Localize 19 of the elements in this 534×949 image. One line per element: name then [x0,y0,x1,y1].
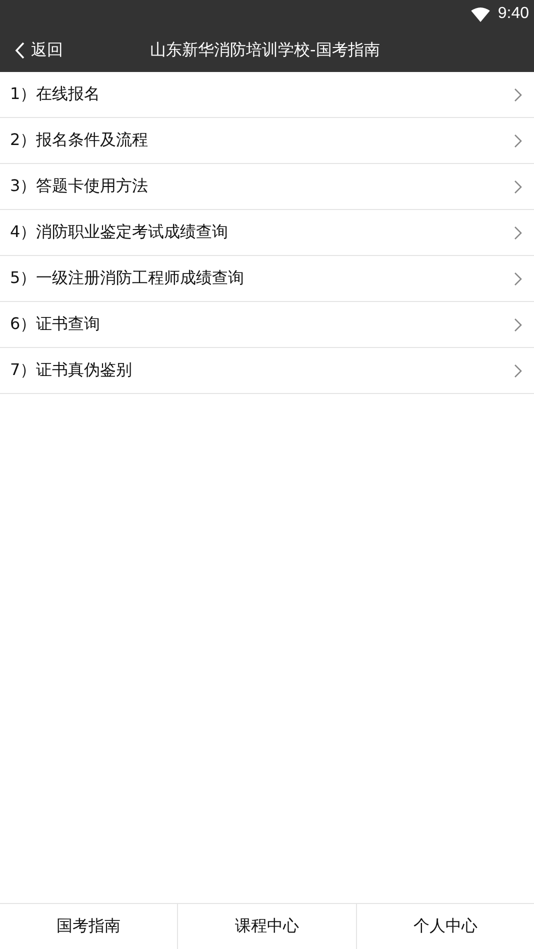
chevron-right-icon [514,318,522,332]
chevron-right-icon [514,272,522,286]
list-item[interactable]: 3）答题卡使用方法 [0,164,534,210]
status-time: 9:40 [498,5,529,23]
chevron-right-icon [514,226,522,240]
list-item[interactable]: 5）一级注册消防工程师成绩查询 [0,256,534,302]
list-item[interactable]: 7）证书真伪鉴别 [0,348,534,394]
chevron-right-icon [514,364,522,378]
wifi-icon [470,6,490,22]
list-item[interactable]: 1）在线报名 [0,72,534,118]
page-title: 山东新华消防培训学校-国考指南 [150,40,380,61]
chevron-right-icon [514,88,522,102]
chevron-right-icon [514,134,522,148]
list-item[interactable]: 2）报名条件及流程 [0,118,534,164]
list-item[interactable]: 4）消防职业鉴定考试成绩查询 [0,210,534,256]
back-chevron-icon [15,42,25,58]
chevron-right-icon [514,180,522,194]
list-item[interactable]: 6）证书查询 [0,302,534,348]
back-button[interactable]: 返回 [0,28,63,72]
